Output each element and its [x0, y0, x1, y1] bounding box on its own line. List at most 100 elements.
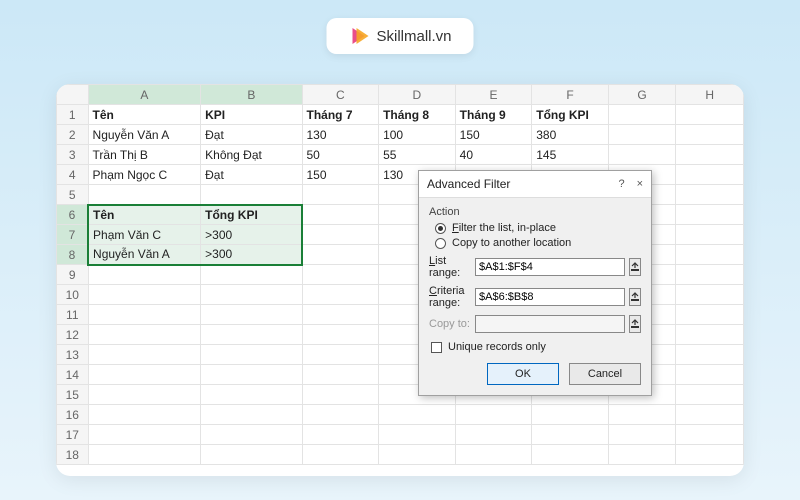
- unique-records-checkbox[interactable]: Unique records only: [431, 341, 641, 353]
- cell[interactable]: [302, 325, 379, 345]
- col-header-F[interactable]: F: [532, 85, 609, 105]
- cell[interactable]: [676, 365, 744, 385]
- cell[interactable]: 380: [532, 125, 609, 145]
- cell[interactable]: >300: [201, 225, 302, 245]
- cell[interactable]: Tháng 8: [379, 105, 456, 125]
- collapse-range-icon[interactable]: [629, 258, 641, 276]
- ok-button[interactable]: OK: [487, 363, 559, 385]
- cancel-button[interactable]: Cancel: [569, 363, 641, 385]
- cell[interactable]: Tổng KPI: [201, 205, 302, 225]
- row-header[interactable]: 16: [57, 405, 89, 425]
- cell[interactable]: [532, 425, 609, 445]
- cell[interactable]: [676, 105, 744, 125]
- row-header[interactable]: 6: [57, 205, 89, 225]
- cell[interactable]: [88, 345, 201, 365]
- collapse-range-icon[interactable]: [629, 315, 641, 333]
- cell[interactable]: [608, 405, 676, 425]
- cell[interactable]: [676, 385, 744, 405]
- cell[interactable]: [676, 165, 744, 185]
- cell[interactable]: [302, 265, 379, 285]
- cell[interactable]: [676, 405, 744, 425]
- cell[interactable]: 150: [455, 125, 532, 145]
- cell[interactable]: [302, 365, 379, 385]
- radio-copy-location[interactable]: Copy to another location: [435, 237, 641, 249]
- row-header[interactable]: 7: [57, 225, 89, 245]
- row-header[interactable]: 5: [57, 185, 89, 205]
- list-range-input[interactable]: [475, 258, 625, 276]
- row-header[interactable]: 14: [57, 365, 89, 385]
- row-header[interactable]: 13: [57, 345, 89, 365]
- cell[interactable]: Phạm Văn C: [88, 225, 201, 245]
- cell[interactable]: [608, 445, 676, 465]
- cell[interactable]: Phạm Ngọc C: [88, 165, 201, 185]
- cell[interactable]: [608, 125, 676, 145]
- cell[interactable]: [201, 385, 302, 405]
- cell[interactable]: 145: [532, 145, 609, 165]
- cell[interactable]: KPI: [201, 105, 302, 125]
- cell[interactable]: [302, 445, 379, 465]
- cell[interactable]: [201, 265, 302, 285]
- cell[interactable]: [676, 225, 744, 245]
- cell[interactable]: [88, 405, 201, 425]
- row-header[interactable]: 17: [57, 425, 89, 445]
- cell[interactable]: [88, 445, 201, 465]
- cell[interactable]: Đạt: [201, 125, 302, 145]
- cell[interactable]: Trần Thị B: [88, 145, 201, 165]
- cell[interactable]: 50: [302, 145, 379, 165]
- cell[interactable]: [201, 185, 302, 205]
- cell[interactable]: [302, 185, 379, 205]
- cell[interactable]: [302, 385, 379, 405]
- cell[interactable]: [302, 305, 379, 325]
- row-header[interactable]: 9: [57, 265, 89, 285]
- cell[interactable]: Nguyễn Văn A: [88, 245, 201, 265]
- row-header[interactable]: 18: [57, 445, 89, 465]
- cell[interactable]: [88, 285, 201, 305]
- cell[interactable]: [455, 405, 532, 425]
- cell[interactable]: [676, 305, 744, 325]
- cell[interactable]: Tên: [88, 205, 201, 225]
- col-header-A[interactable]: A: [88, 85, 201, 105]
- cell[interactable]: [676, 145, 744, 165]
- cell[interactable]: [88, 325, 201, 345]
- cell[interactable]: [379, 425, 456, 445]
- cell[interactable]: [302, 345, 379, 365]
- cell[interactable]: [379, 445, 456, 465]
- dialog-titlebar[interactable]: Advanced Filter ? ×: [419, 171, 651, 198]
- cell[interactable]: [676, 245, 744, 265]
- row-header[interactable]: 1: [57, 105, 89, 125]
- row-header[interactable]: 15: [57, 385, 89, 405]
- cell[interactable]: 150: [302, 165, 379, 185]
- cell[interactable]: [455, 445, 532, 465]
- cell[interactable]: 100: [379, 125, 456, 145]
- cell[interactable]: [379, 405, 456, 425]
- cell[interactable]: [88, 385, 201, 405]
- col-header-G[interactable]: G: [608, 85, 676, 105]
- col-header-D[interactable]: D: [379, 85, 456, 105]
- cell[interactable]: [676, 325, 744, 345]
- cell[interactable]: [88, 305, 201, 325]
- criteria-range-input[interactable]: [475, 288, 625, 306]
- cell[interactable]: [302, 205, 379, 225]
- cell[interactable]: Tên: [88, 105, 201, 125]
- select-all-corner[interactable]: [57, 85, 89, 105]
- cell[interactable]: [302, 405, 379, 425]
- cell[interactable]: [676, 205, 744, 225]
- cell[interactable]: Đạt: [201, 165, 302, 185]
- cell[interactable]: [201, 305, 302, 325]
- cell[interactable]: [201, 365, 302, 385]
- cell[interactable]: [302, 285, 379, 305]
- cell[interactable]: [88, 265, 201, 285]
- cell[interactable]: [676, 125, 744, 145]
- row-header[interactable]: 3: [57, 145, 89, 165]
- row-header[interactable]: 10: [57, 285, 89, 305]
- cell[interactable]: [676, 445, 744, 465]
- cell[interactable]: Tổng KPI: [532, 105, 609, 125]
- cell[interactable]: [676, 425, 744, 445]
- cell[interactable]: [88, 365, 201, 385]
- cell[interactable]: 55: [379, 145, 456, 165]
- cell[interactable]: [302, 425, 379, 445]
- row-header[interactable]: 11: [57, 305, 89, 325]
- cell[interactable]: Nguyễn Văn A: [88, 125, 201, 145]
- cell[interactable]: [608, 425, 676, 445]
- col-header-H[interactable]: H: [676, 85, 744, 105]
